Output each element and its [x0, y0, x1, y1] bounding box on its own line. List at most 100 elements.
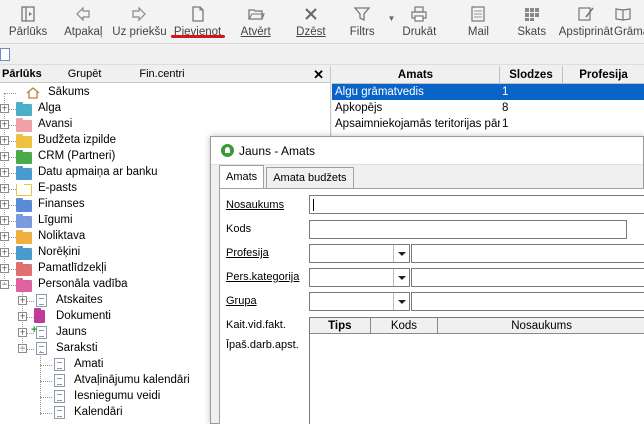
kods-label: Kods — [226, 223, 252, 235]
folder-icon — [16, 150, 32, 164]
grupa-name-field[interactable] — [411, 292, 644, 311]
folder-icon — [16, 278, 32, 292]
folder-icon — [16, 214, 32, 228]
book-label: Grāma — [614, 26, 644, 38]
column-header-profesija[interactable]: Profesija — [563, 66, 644, 83]
table-row[interactable]: Apsaimniekojamās teritorijas pārzinis1 — [332, 116, 644, 132]
tab-browser[interactable]: Pārlūks — [0, 68, 48, 80]
tree-connector — [40, 413, 52, 414]
tree-item-label: Finanses — [38, 198, 85, 210]
cell-amats: Apsaimniekojamās teritorijas pārzinis — [335, 118, 500, 130]
mail-label: Mail — [467, 26, 489, 38]
tree-connector — [40, 397, 52, 398]
table-row[interactable]: Apkopējs 8 — [332, 100, 644, 116]
tree-item-label: Avansi — [38, 118, 73, 130]
delete-button[interactable]: Dzēst — [285, 0, 337, 44]
back-button[interactable]: Atpakaļ — [56, 0, 110, 44]
grid-header-kods[interactable]: Kods — [371, 318, 439, 333]
conditions-grid[interactable]: Tips Kods Nosaukums — [309, 317, 644, 424]
tab-amats[interactable]: Amats — [219, 165, 265, 188]
folder-icon — [16, 134, 32, 148]
tree-item-label: Alga — [38, 102, 62, 114]
column-header-amats[interactable]: Amats — [332, 66, 500, 83]
book-button[interactable]: Grāma — [614, 0, 644, 44]
page-icon — [54, 374, 65, 387]
tree-item-label: Kalendāri — [74, 406, 123, 418]
browser-panel-tabs: Pārlūks Grupēt Fin.centri ✕ — [0, 66, 330, 83]
profesija-code-select[interactable] — [309, 244, 410, 263]
grid-header-tips[interactable]: Tips — [310, 318, 371, 333]
grid-header-nosaukums[interactable]: Nosaukums — [438, 318, 644, 333]
tree-item-label: Sākums — [48, 86, 90, 98]
filter-button[interactable]: Filtrs ▼ — [337, 0, 395, 44]
kods-input[interactable] — [309, 220, 627, 239]
approve-button[interactable]: Apstiprināt — [558, 0, 614, 44]
tree-item[interactable]: + Avansi — [0, 117, 330, 133]
chevron-down-icon[interactable] — [393, 269, 409, 286]
pers-kategorija-code-select[interactable] — [309, 268, 410, 287]
tree-item-label: Amati — [74, 358, 104, 370]
tree-item[interactable]: Sākums — [0, 85, 330, 101]
tree-item-label: Pamatlīdzekļi — [38, 262, 107, 274]
page-icon — [54, 406, 65, 419]
tree-connector — [40, 381, 52, 382]
folder-icon — [16, 118, 32, 132]
close-icon[interactable]: ✕ — [313, 67, 324, 83]
plus-icon: + — [31, 324, 38, 336]
tree-spine — [40, 351, 41, 415]
profesija-name-field[interactable] — [411, 244, 644, 263]
grupa-code-select[interactable] — [309, 292, 410, 311]
view-button[interactable]: Skats — [506, 0, 558, 44]
list-rows: Algu grāmatvedis 1 Apkopējs 8 Apsaimniekojam… — [332, 84, 644, 132]
chevron-down-icon[interactable] — [393, 293, 409, 310]
tree-item-label: Personāla vadība — [38, 278, 128, 290]
tab-amata-budzets[interactable]: Amata budžets — [266, 167, 354, 188]
pers-kategorija-label: Pers.kategorija — [226, 271, 300, 283]
browser-icon — [21, 6, 35, 22]
mail-button[interactable]: Mail — [451, 0, 505, 44]
ipas-label: Īpaš.darb.apst. — [226, 339, 299, 351]
tab-group[interactable]: Grupēt — [62, 68, 108, 80]
cell-slodzes: 8 — [502, 102, 509, 114]
tree-item-label: Atvaļinājumu kalendāri — [74, 374, 190, 386]
page-icon — [36, 342, 47, 355]
tree-item-label: Atskaites — [56, 294, 103, 306]
browser-button[interactable]: Pārlūks — [0, 0, 56, 44]
pers-kategorija-name-field[interactable] — [411, 268, 644, 287]
filter-label: Filtrs — [349, 26, 375, 38]
grid-header: Tips Kods Nosaukums — [310, 318, 644, 334]
tab-fin-centers[interactable]: Fin.centri — [133, 68, 190, 80]
approve-label: Apstiprināt — [558, 26, 614, 38]
tree-item[interactable]: + Alga — [0, 101, 330, 117]
add-button[interactable]: Pievienot — [169, 0, 227, 44]
delete-x-icon — [305, 8, 317, 20]
new-document-icon — [191, 6, 204, 22]
dialog-tabs: Amats Amata budžets — [219, 165, 356, 188]
table-row[interactable]: Algu grāmatvedis 1 — [332, 84, 644, 100]
tree-item-label: Noliktava — [38, 230, 86, 242]
tree-item-label: Saraksti — [56, 342, 98, 354]
tree-item-label: Jauns — [56, 326, 87, 338]
page-icon — [36, 294, 47, 307]
list-header: Amats Slodzes Profesija — [332, 66, 644, 84]
delete-label: Dzēst — [296, 26, 326, 38]
open-button[interactable]: Atvērt — [227, 0, 285, 44]
profesija-label: Profesija — [226, 247, 269, 259]
print-button[interactable]: Drukāt — [387, 0, 451, 44]
tree-item-label: E-pasts — [38, 182, 77, 194]
forward-button[interactable]: Uz priekšu — [110, 0, 168, 44]
nosaukums-input[interactable] — [309, 195, 644, 214]
nosaukums-label: Nosaukums — [226, 199, 285, 211]
cell-amats: Algu grāmatvedis — [335, 86, 424, 98]
home-icon — [26, 87, 40, 99]
open-folder-icon — [248, 9, 265, 20]
tree-connector — [4, 93, 16, 94]
envelope-icon — [16, 183, 32, 196]
chevron-down-icon[interactable] — [393, 245, 409, 262]
dialog-titlebar: Jauns - Amats — [211, 137, 643, 165]
column-header-slodzes[interactable]: Slodzes — [500, 66, 563, 83]
back-label: Atpakaļ — [64, 26, 103, 38]
folder-icon — [16, 166, 32, 180]
folder-icon — [16, 246, 32, 260]
document-icon — [0, 48, 10, 61]
